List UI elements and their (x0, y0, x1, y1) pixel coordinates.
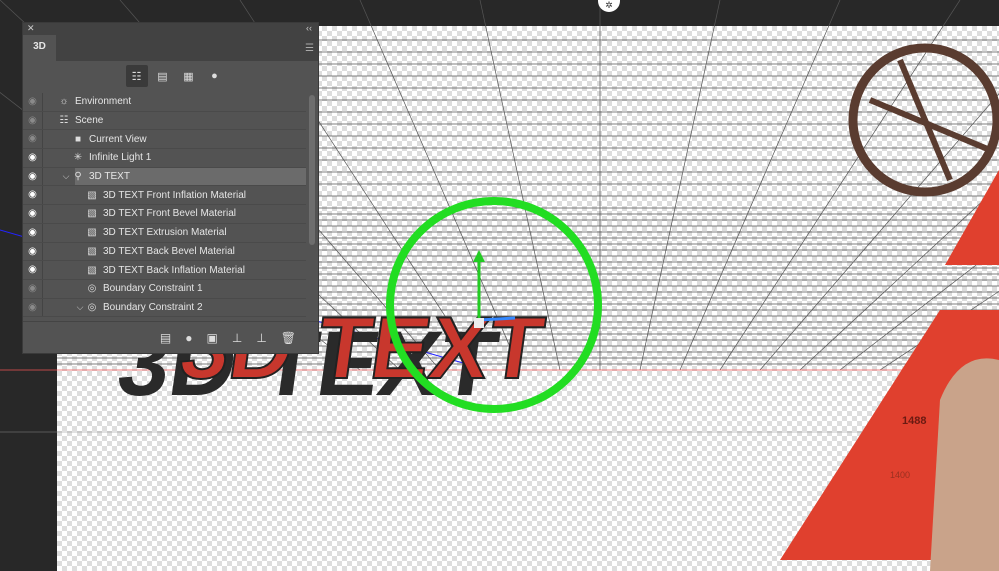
trash-icon[interactable]: 🗑 (281, 331, 296, 345)
tree-item[interactable]: ◉ ☷ Scene (23, 111, 306, 131)
tree-item-label: Boundary Constraint 2 (103, 301, 203, 313)
3d-panel: ✕ ‹‹ 3D ☰ ☷ ▤ ▦ ● ◉ ☼ Environment ◉ ☷ Scene ◉ ■ Cu… (22, 22, 319, 354)
visibility-eye-icon[interactable]: ◉ (23, 111, 43, 130)
visibility-eye-icon[interactable]: ◉ (23, 223, 43, 242)
tree-item-label: Infinite Light 1 (89, 152, 152, 164)
scene-icon: ☷ (59, 115, 69, 127)
visibility-eye-icon[interactable]: ◉ (23, 205, 43, 223)
visibility-eye-icon[interactable]: ◉ (23, 167, 43, 186)
material-icon: ▧ (87, 245, 97, 257)
close-icon[interactable]: ✕ (27, 23, 35, 34)
tree-item-label: Scene (75, 115, 104, 127)
environment-icon: ☼ (59, 96, 69, 108)
scene-tree: ◉ ☼ Environment ◉ ☷ Scene ◉ ■ Current View ◉ ✳ Infi… (23, 93, 306, 321)
mesh-icon: ⚲ (74, 171, 82, 183)
material-icon: ▧ (87, 264, 97, 276)
tree-item[interactable]: ◉ ▧ 3D TEXT Front Bevel Material (23, 205, 306, 224)
add-light-icon[interactable]: ● (185, 331, 192, 345)
scrollbar[interactable] (309, 95, 315, 245)
tree-item-label: 3D TEXT Front Bevel Material (103, 208, 237, 220)
scene-filter-icon[interactable]: ☷ (125, 65, 148, 87)
constraint-icon: ◎ (87, 301, 97, 313)
double-chevron-icon[interactable]: ‹‹ (306, 23, 312, 33)
material-icon: ▧ (87, 208, 97, 220)
visibility-eye-icon[interactable]: ◉ (23, 130, 43, 149)
drop-to-plane-icon[interactable]: ⊥ (256, 331, 266, 345)
render-icon[interactable]: ▣ (207, 331, 218, 345)
constraint-icon: ◎ (87, 283, 97, 295)
visibility-eye-icon[interactable]: ◉ (23, 298, 43, 317)
tree-item[interactable]: ◉ ▧ 3D TEXT Front Inflation Material (23, 186, 306, 206)
chevron-down-icon[interactable]: ⌵ (61, 171, 71, 182)
material-filter-icon[interactable]: ▦ (178, 65, 200, 87)
visibility-eye-icon[interactable]: ◉ (23, 186, 43, 205)
tree-item[interactable]: ◉ ■ Current View (23, 130, 306, 150)
tree-item[interactable]: ◉ ◎ Boundary Constraint 1 (23, 279, 306, 299)
mesh-filter-icon[interactable]: ▤ (152, 65, 174, 87)
material-icon: ▧ (87, 189, 97, 201)
visibility-eye-icon[interactable]: ◉ (23, 93, 43, 111)
visibility-eye-icon[interactable]: ◉ (23, 242, 43, 261)
material-icon: ▧ (87, 227, 97, 239)
panel-menu-icon[interactable]: ☰ (305, 43, 314, 54)
tree-item-label: 3D TEXT Back Inflation Material (103, 264, 245, 276)
tree-item-label: 3D TEXT Extrusion Material (103, 227, 227, 239)
tree-item-label: Boundary Constraint 1 (103, 283, 203, 295)
visibility-eye-icon[interactable]: ◉ (23, 261, 43, 279)
map-elevation-label: 1488 (902, 415, 926, 427)
tree-item[interactable]: ◉ ⌵ ⚲ 3D TEXT (23, 167, 306, 187)
light-icon: ✳ (73, 152, 83, 164)
tree-item[interactable]: ◉ ▧ 3D TEXT Back Inflation Material (23, 261, 306, 280)
tab-3d[interactable]: 3D (23, 35, 56, 61)
map-contour-label: 1400 (890, 470, 910, 480)
visibility-eye-icon[interactable]: ◉ (23, 279, 43, 298)
tree-item-label: 3D TEXT Back Bevel Material (103, 245, 235, 257)
chevron-down-icon[interactable]: ⌵ (75, 302, 85, 313)
visibility-eye-icon[interactable]: ◉ (23, 149, 43, 167)
tree-item[interactable]: ◉ ▧ 3D TEXT Back Bevel Material (23, 242, 306, 262)
camera-icon: ■ (74, 133, 82, 145)
tree-item[interactable]: ◉ ☼ Environment (23, 93, 306, 112)
ground-icon[interactable]: ⊥ (232, 331, 242, 345)
tree-item[interactable]: ◉ ✳ Infinite Light 1 (23, 149, 306, 168)
tree-item-label: 3D TEXT (89, 171, 130, 183)
tree-item[interactable]: ◉ ▧ 3D TEXT Extrusion Material (23, 223, 306, 243)
light-filter-icon[interactable]: ● (204, 65, 226, 87)
add-mesh-icon[interactable]: ▤ (160, 331, 171, 345)
tree-item-label: Environment (75, 96, 132, 108)
tree-item[interactable]: ◉ ⌵ ◎ Boundary Constraint 2 (23, 298, 306, 318)
tree-item-label: Current View (89, 133, 147, 145)
tree-item-label: 3D TEXT Front Inflation Material (103, 189, 247, 201)
